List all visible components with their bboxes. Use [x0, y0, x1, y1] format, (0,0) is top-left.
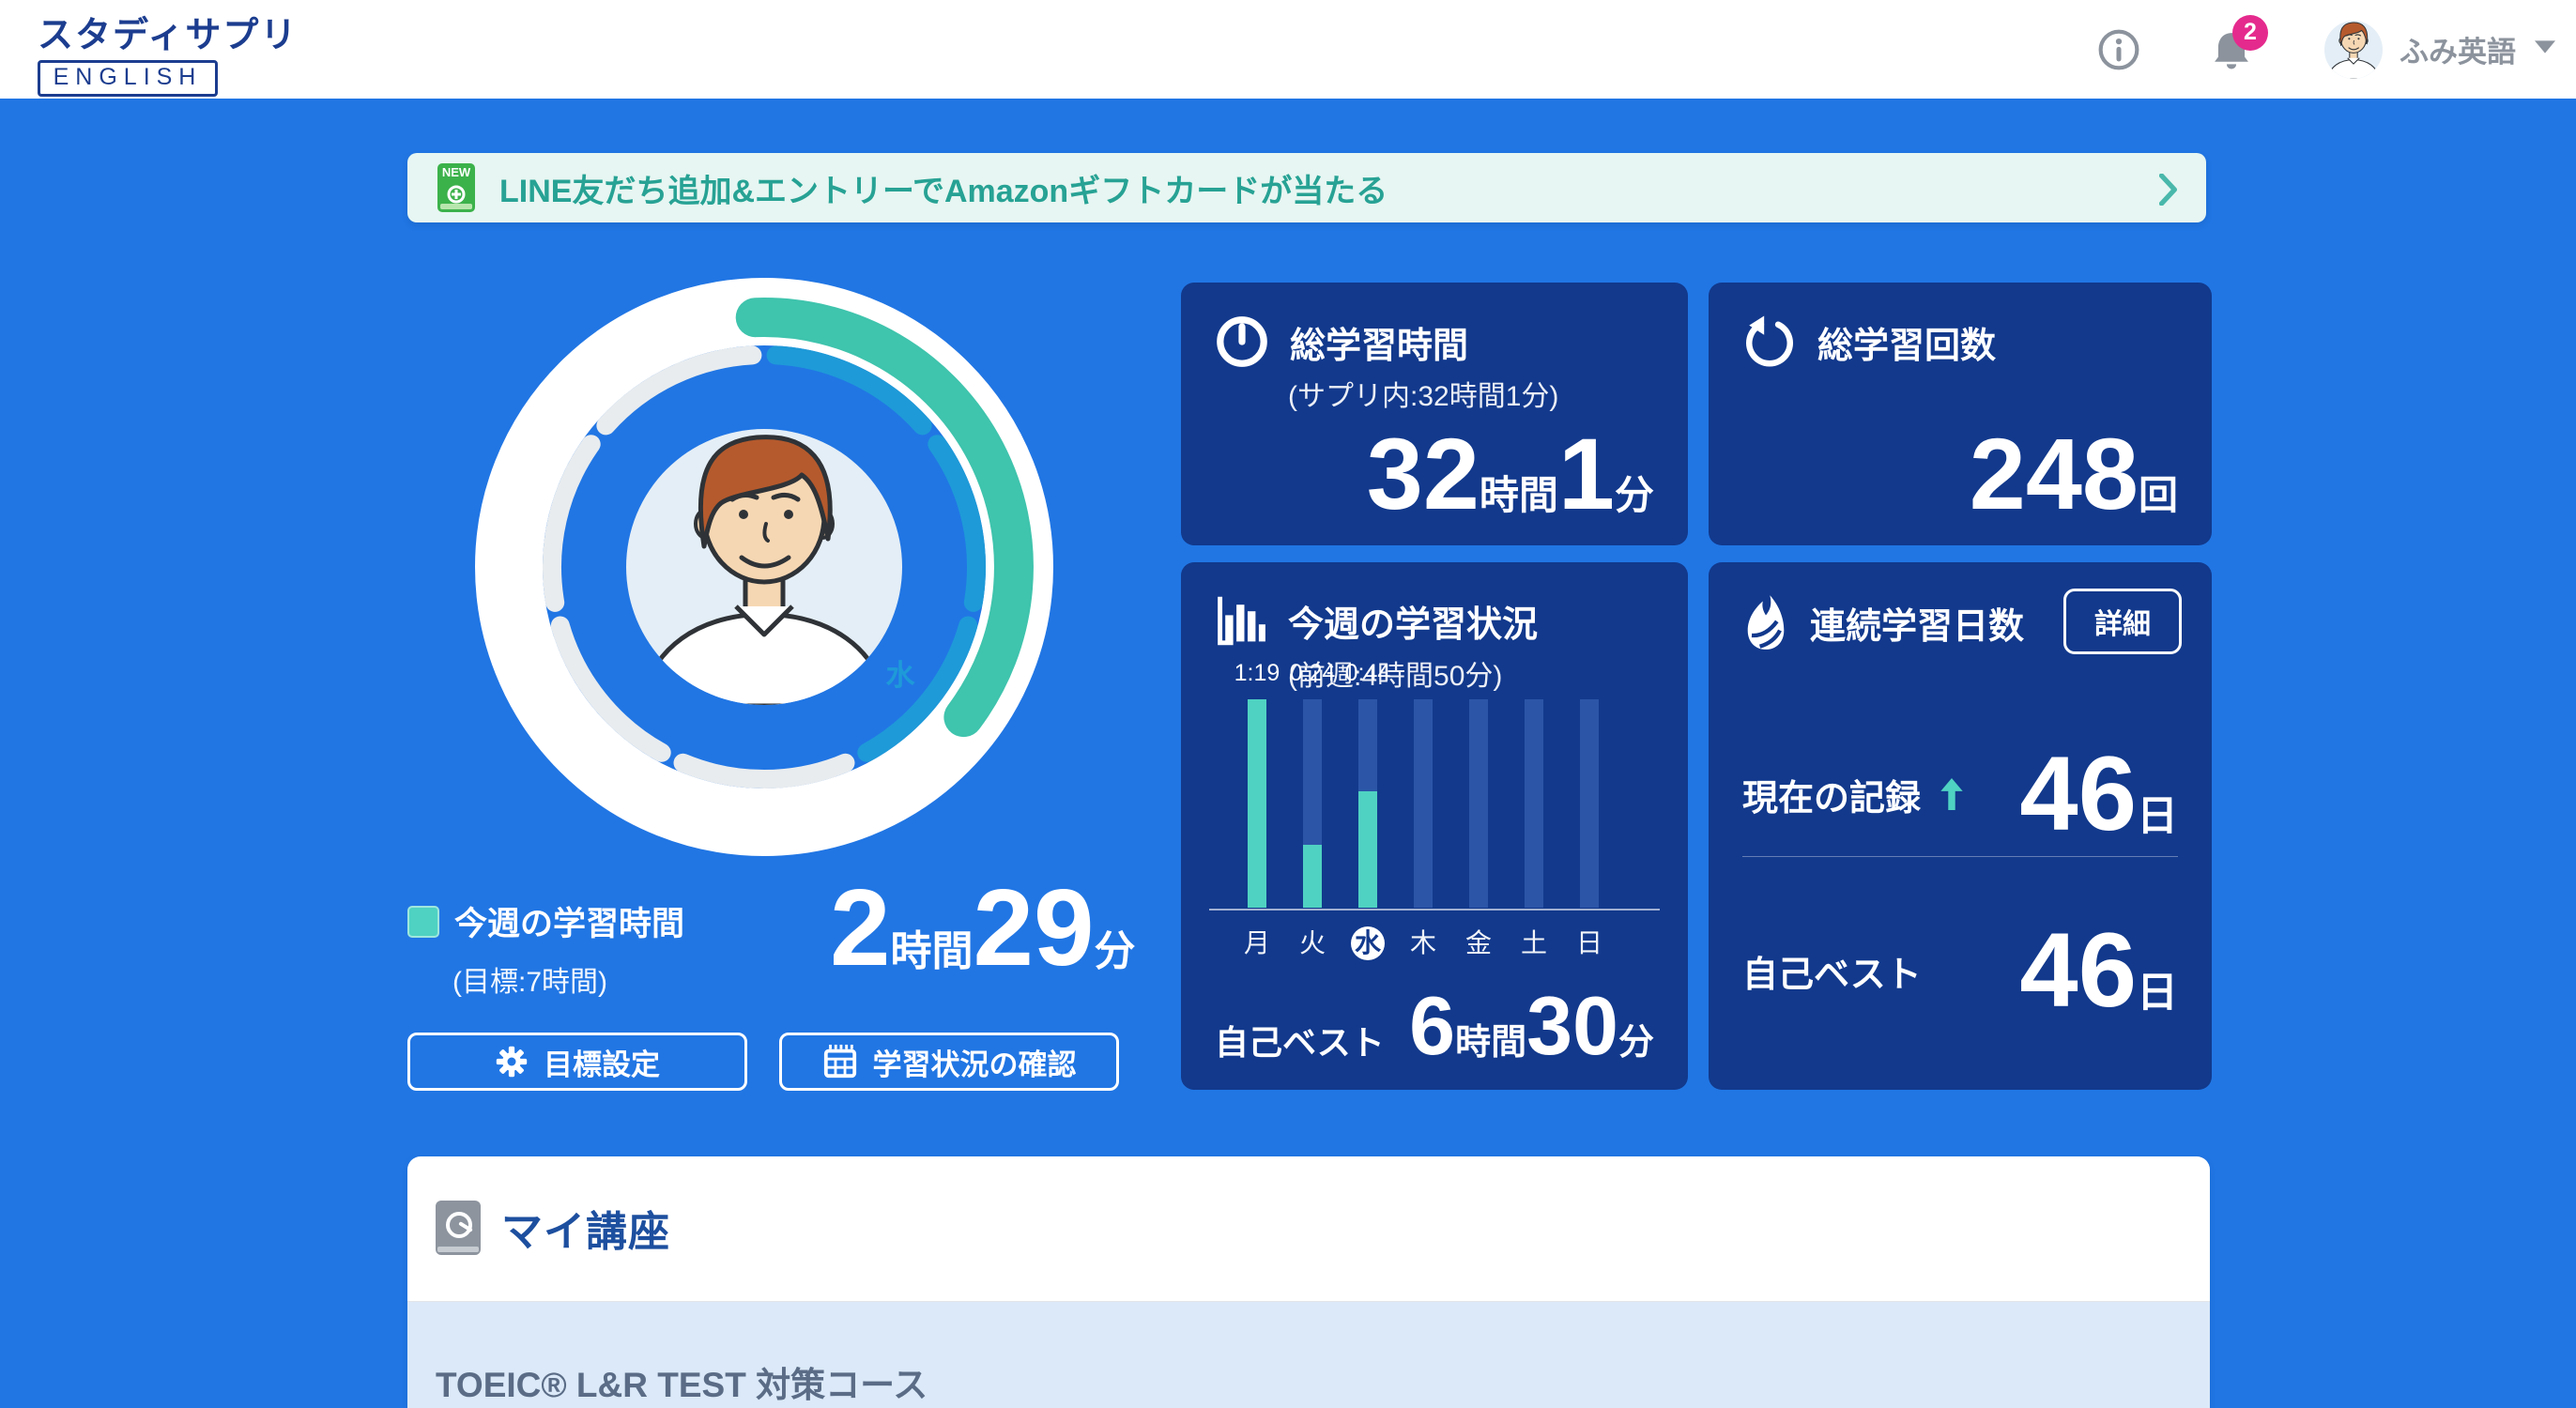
avatar-illustration	[625, 428, 903, 706]
legend-label: 今週の学習時間	[454, 897, 684, 945]
weekly-best-minutes-unit: 分	[1618, 1025, 1654, 1061]
total-time-minutes-unit: 分	[1615, 476, 1654, 515]
chart-baseline	[1209, 909, 1660, 911]
bar-水	[1358, 699, 1377, 908]
new-badge: NEW	[437, 165, 475, 179]
goal-setting-label: 目標設定	[544, 1041, 660, 1083]
study-status-label: 学習状況の確認	[873, 1041, 1077, 1083]
bar-chart-icon	[1215, 594, 1267, 647]
streak-best-unit: 日	[2137, 972, 2178, 1014]
chevron-down-icon[interactable]	[2535, 40, 2555, 58]
streak-current-number: 46	[2019, 742, 2137, 847]
weekly-progress-ring	[454, 257, 1074, 877]
weekly-best-label: 自己ベスト	[1215, 1026, 1385, 1060]
current-day-marker: 水	[882, 657, 919, 695]
app-logo[interactable]: スタディサプリ ENGLISH	[38, 6, 298, 97]
streak-best-label: 自己ベスト	[1742, 945, 1922, 997]
total-study-time-card: 総学習時間 (サプリ内:32時間1分) 32 時間 1 分	[1181, 283, 1688, 545]
total-time-minutes: 1	[1558, 423, 1615, 525]
weekly-best-minutes: 30	[1526, 985, 1618, 1067]
notifications-button[interactable]: 2	[2210, 28, 2253, 71]
total-time-hours: 32	[1367, 423, 1480, 525]
goal-label: (目標:7時間)	[452, 958, 684, 1000]
day-label-金: 金	[1458, 926, 1499, 960]
notification-badge: 2	[2232, 15, 2268, 51]
weekly-hours-unit: 時間	[891, 931, 974, 972]
weekly-minutes: 29	[974, 873, 1095, 982]
bar-土	[1525, 699, 1543, 908]
total-count-value: 248 回	[1970, 423, 2178, 525]
flame-icon	[1742, 594, 1789, 650]
day-label-土: 土	[1513, 926, 1555, 960]
goal-setting-button[interactable]: 目標設定	[407, 1033, 747, 1091]
streak-current-label: 現在の記録	[1742, 769, 1921, 820]
bar-日	[1580, 699, 1599, 908]
bar-value-label: 0:44	[1326, 660, 1410, 687]
chevron-right-icon	[2159, 174, 2178, 210]
day-label-火: 火	[1292, 926, 1333, 960]
total-time-title: 総学習時間	[1290, 316, 1468, 368]
day-label-月: 月	[1236, 926, 1278, 960]
logo-title: スタディサプリ	[38, 6, 298, 57]
campaign-text: LINE友だち追加&エントリーでAmazonギフトカードが当たる	[499, 165, 1388, 211]
total-time-value: 32 時間 1 分	[1367, 423, 1654, 525]
weekly-best-hours-unit: 時間	[1455, 1025, 1526, 1061]
streak-current-unit: 日	[2137, 796, 2178, 837]
bar-火	[1303, 699, 1322, 908]
course-name: TOEIC® L&R TEST 対策コース	[436, 1356, 928, 1407]
weekly-status-card: 今週の学習状況 (前週:4時間50分) 1:19月0:24火0:44水木金土日 …	[1181, 562, 1688, 1090]
book-icon	[436, 1201, 481, 1255]
bar-月	[1248, 699, 1266, 908]
gear-icon	[495, 1045, 529, 1079]
streak-best-row: 自己ベスト 46 日	[1742, 900, 2178, 1041]
line-new-icon: NEW	[437, 163, 475, 212]
streak-card: 連続学習日数 詳細 現在の記録 46 日 自己ベスト 46 日	[1709, 562, 2212, 1090]
streak-current-value: 46 日	[2019, 742, 2178, 847]
streak-best-number: 46	[2019, 918, 2137, 1023]
weekly-time-value: 2 時間 29 分	[830, 873, 1136, 982]
my-courses-card: マイ講座 TOEIC® L&R TEST 対策コース	[407, 1156, 2210, 1408]
dashboard-page: スタディサプリ ENGLISH 2 ふみ英語	[0, 0, 2576, 1408]
campaign-banner[interactable]: NEW LINE友だち追加&エントリーでAmazonギフトカードが当たる	[407, 153, 2206, 222]
streak-detail-button[interactable]: 詳細	[2063, 589, 2182, 654]
divider	[1742, 856, 2178, 857]
streak-best-value: 46 日	[2019, 918, 2178, 1023]
calendar-icon	[822, 1044, 858, 1079]
avatar[interactable]	[2324, 21, 2383, 79]
refresh-icon	[1742, 314, 1797, 369]
course-section: TOEIC® L&R TEST 対策コース	[407, 1301, 2210, 1408]
total-count-title: 総学習回数	[1817, 316, 1996, 368]
total-study-count-card: 総学習回数 248 回	[1709, 283, 2212, 545]
my-courses-title: マイ講座	[501, 1198, 670, 1258]
logo-subtitle: ENGLISH	[38, 60, 218, 97]
day-label-日: 日	[1569, 926, 1610, 960]
user-name[interactable]: ふみ英語	[2400, 28, 2516, 70]
streak-current-row: 現在の記録 46 日	[1742, 724, 2178, 865]
clock-icon	[1215, 314, 1269, 369]
weekly-time-legend: 今週の学習時間 (目標:7時間)	[407, 897, 684, 1000]
weekly-hours: 2	[830, 873, 891, 982]
weekly-status-title: 今週の学習状況	[1288, 595, 1538, 647]
info-icon[interactable]	[2097, 28, 2140, 71]
total-time-subtitle: (サプリ内:32時間1分)	[1288, 373, 1558, 414]
header-actions: 2 ふみ英語	[2097, 0, 2555, 99]
weekly-best-value: 6 時間 30 分	[1409, 985, 1654, 1067]
total-count-unit: 回	[2139, 476, 2178, 515]
weekly-minutes-unit: 分	[1095, 931, 1136, 972]
streak-title: 連続学習日数	[1810, 597, 2024, 649]
app-header: スタディサプリ ENGLISH 2 ふみ英語	[0, 0, 2576, 99]
legend-swatch	[407, 906, 439, 938]
bar-金	[1469, 699, 1488, 908]
day-label-水: 水	[1351, 926, 1385, 960]
study-status-button[interactable]: 学習状況の確認	[779, 1033, 1119, 1091]
total-time-hours-unit: 時間	[1480, 476, 1558, 515]
total-count-number: 248	[1970, 423, 2139, 525]
weekly-best-hours: 6	[1409, 985, 1455, 1067]
weekly-best-row: 自己ベスト 6 時間 30 分	[1215, 985, 1654, 1067]
bar-木	[1414, 699, 1433, 908]
day-label-木: 木	[1403, 926, 1444, 960]
arrow-up-icon	[1940, 778, 1964, 810]
